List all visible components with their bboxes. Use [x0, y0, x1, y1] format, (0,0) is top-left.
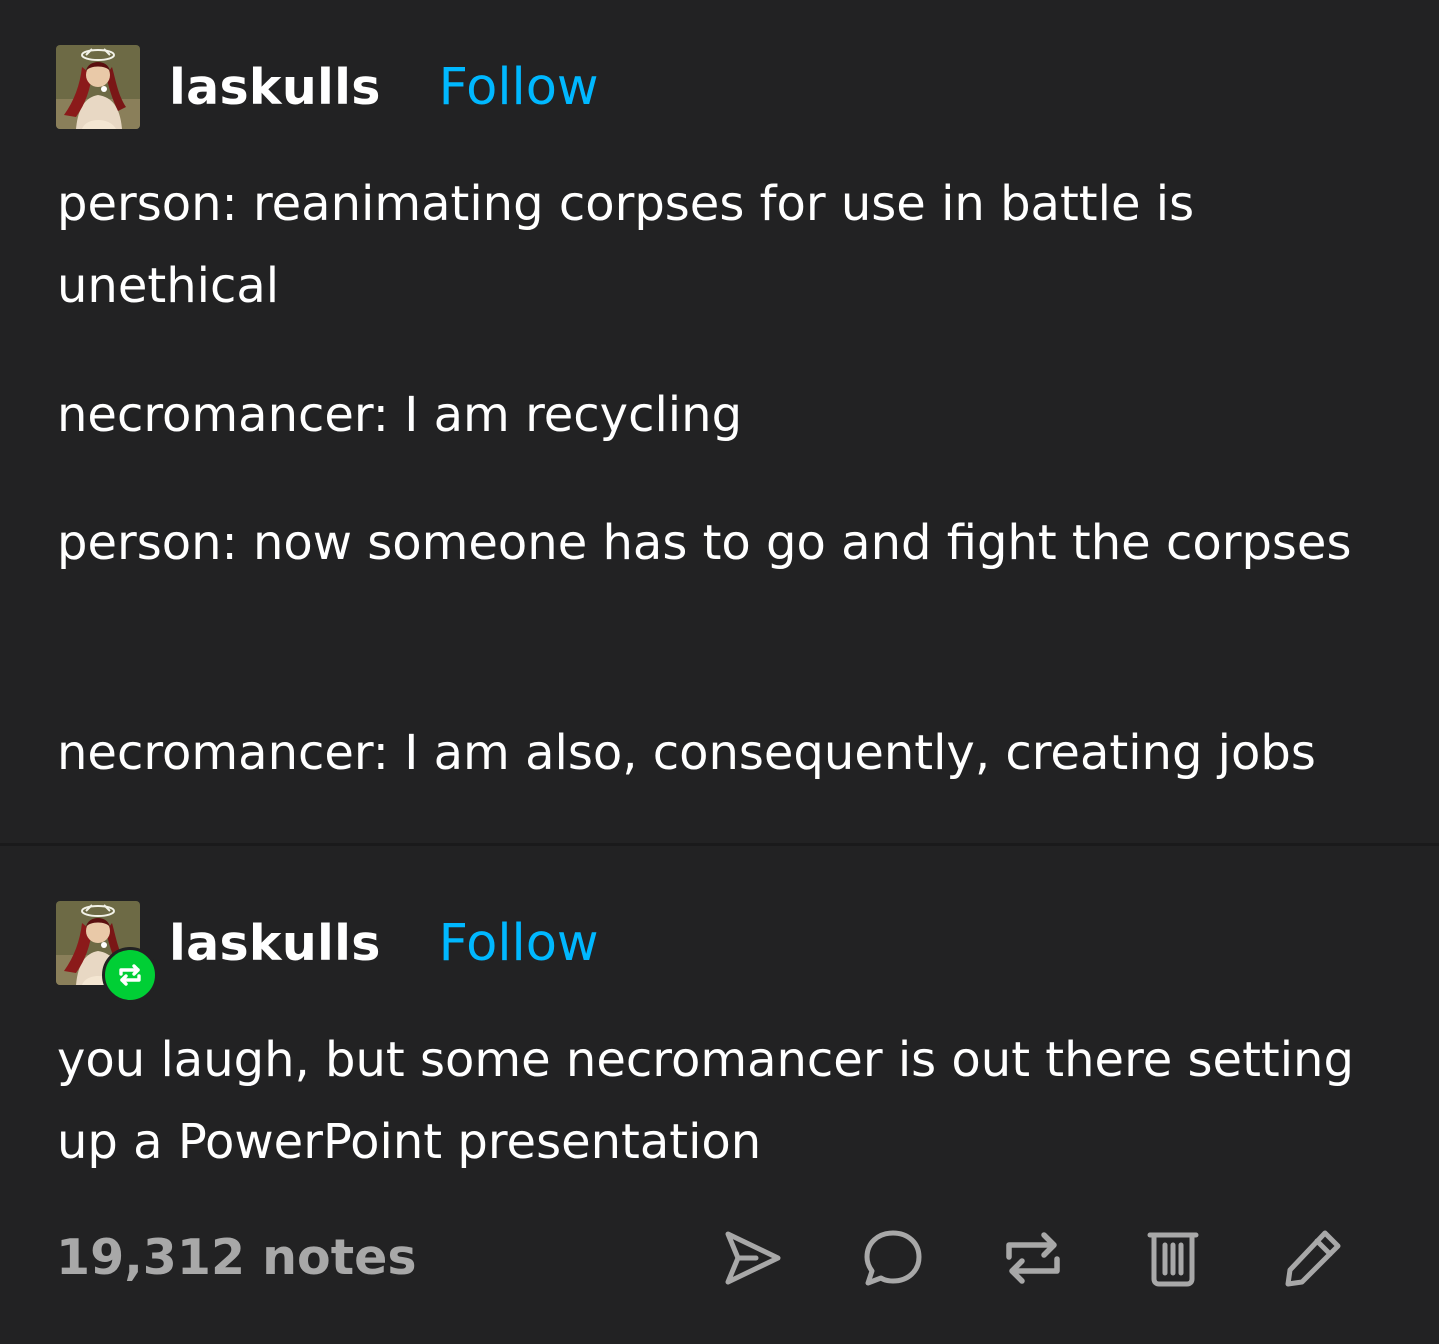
reblog-icon[interactable] [1001, 1226, 1065, 1290]
avatar-portrait [56, 45, 140, 129]
delete-icon[interactable] [1141, 1226, 1205, 1290]
post-header: laskulls Follow [56, 901, 599, 1003]
avatar[interactable] [56, 45, 140, 129]
post-reblog: laskulls Follow you laugh, but some necr… [0, 846, 1439, 1344]
post-footer: 19,312 notes [0, 1211, 1439, 1311]
post-paragraph: necromancer: I am recycling [57, 387, 743, 443]
username[interactable]: laskulls [169, 59, 381, 116]
reply-icon[interactable] [861, 1226, 925, 1290]
follow-button[interactable]: Follow [439, 914, 599, 973]
follow-button[interactable]: Follow [439, 58, 599, 117]
username[interactable]: laskulls [169, 915, 381, 972]
edit-icon[interactable] [1281, 1226, 1345, 1290]
post-paragraph: person: reanimating corpses for use in b… [57, 176, 1195, 314]
post-paragraph: you laugh, but some necromancer is out t… [57, 1032, 1354, 1170]
reblog-badge-icon [102, 947, 158, 1003]
post-paragraph: person: now someone has to go and fight … [57, 515, 1352, 571]
avatar[interactable] [56, 901, 158, 1003]
notes-count[interactable]: 19,312 notes [56, 1229, 417, 1286]
post-original: laskulls Follow person: reanimating corp… [0, 0, 1439, 843]
post-header: laskulls Follow [56, 45, 599, 129]
post-paragraph: necromancer: I am also, consequently, cr… [57, 725, 1316, 781]
share-icon[interactable] [721, 1226, 785, 1290]
